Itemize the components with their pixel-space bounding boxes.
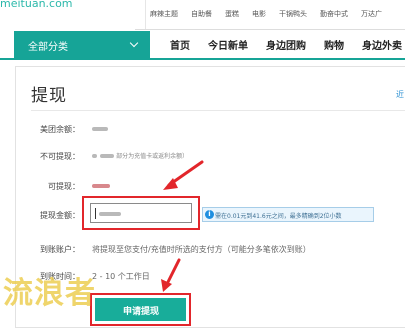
annotation-arrow	[161, 258, 181, 292]
watermark-logo: 流浪者	[3, 276, 96, 311]
annotation-arrow	[163, 160, 204, 190]
